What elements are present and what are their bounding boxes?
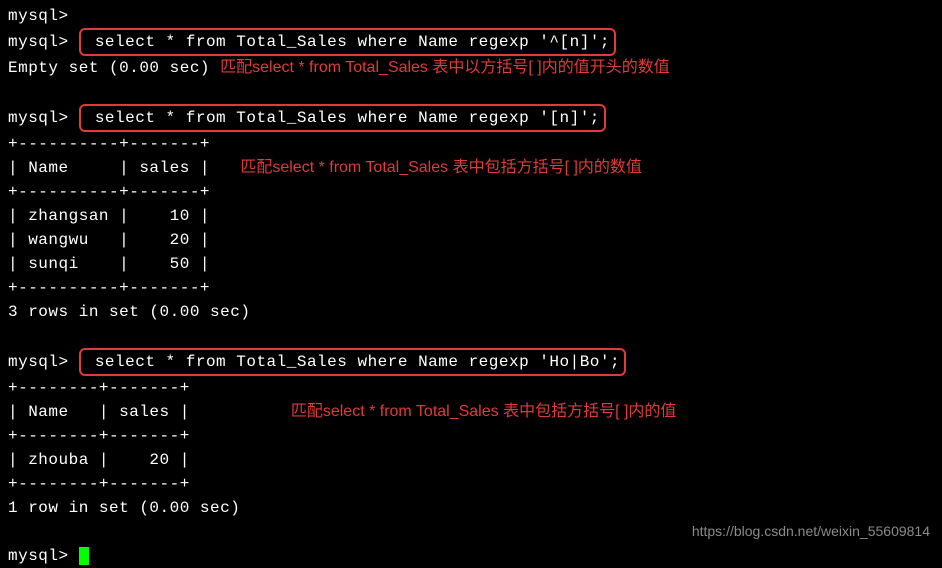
table-row: | sunqi | 50 | (8, 252, 934, 276)
query-highlight-2: select * from Total_Sales where Name reg… (79, 104, 606, 132)
table-border: +----------+-------+ (8, 276, 934, 300)
table-row: | zhangsan | 10 | (8, 204, 934, 228)
table-header: | Name | sales | (8, 159, 210, 177)
mysql-prompt: mysql> (8, 33, 69, 51)
empty-set-text: Empty set (0.00 sec) (8, 59, 210, 77)
prompt-line: mysql> (8, 4, 934, 28)
sql-query-2: select * from Total_Sales where Name reg… (85, 109, 600, 127)
blank-line (8, 324, 934, 348)
mysql-prompt: mysql> (8, 353, 69, 371)
table-header-line: | Name | sales | 匹配select * from Total_S… (8, 400, 934, 424)
query-highlight-3: select * from Total_Sales where Name reg… (79, 348, 626, 376)
annotation-1: 匹配select * from Total_Sales 表中以方括号[ ]内的值… (220, 59, 670, 76)
sql-query-3: select * from Total_Sales where Name reg… (85, 353, 620, 371)
watermark-text: https://blog.csdn.net/weixin_55609814 (692, 521, 930, 542)
table-border: +--------+-------+ (8, 424, 934, 448)
query-line-1: mysql> select * from Total_Sales where N… (8, 28, 934, 56)
query-line-2: mysql> select * from Total_Sales where N… (8, 104, 934, 132)
table-row: | zhouba | 20 | (8, 448, 934, 472)
result-footer: 1 row in set (0.00 sec) (8, 496, 934, 520)
table-header-line: | Name | sales | 匹配select * from Total_S… (8, 156, 934, 180)
query-highlight-1: select * from Total_Sales where Name reg… (79, 28, 616, 56)
table-header: | Name | sales | (8, 403, 190, 421)
blank-line (8, 80, 934, 104)
cursor-icon (79, 547, 89, 565)
annotation-3: 匹配select * from Total_Sales 表中包括方括号[ ]内的… (291, 403, 677, 420)
table-border: +----------+-------+ (8, 132, 934, 156)
query-line-3: mysql> select * from Total_Sales where N… (8, 348, 934, 376)
sql-query-1: select * from Total_Sales where Name reg… (85, 33, 610, 51)
final-prompt-line[interactable]: mysql> (8, 544, 934, 568)
annotation-2: 匹配select * from Total_Sales 表中包括方括号[ ]内的… (240, 159, 642, 176)
table-border: +----------+-------+ (8, 180, 934, 204)
table-row: | wangwu | 20 | (8, 228, 934, 252)
mysql-prompt: mysql> (8, 7, 69, 25)
mysql-prompt: mysql> (8, 109, 69, 127)
result-footer: 3 rows in set (0.00 sec) (8, 300, 934, 324)
result-empty-line: Empty set (0.00 sec) 匹配select * from Tot… (8, 56, 934, 80)
table-border: +--------+-------+ (8, 376, 934, 400)
table-border: +--------+-------+ (8, 472, 934, 496)
